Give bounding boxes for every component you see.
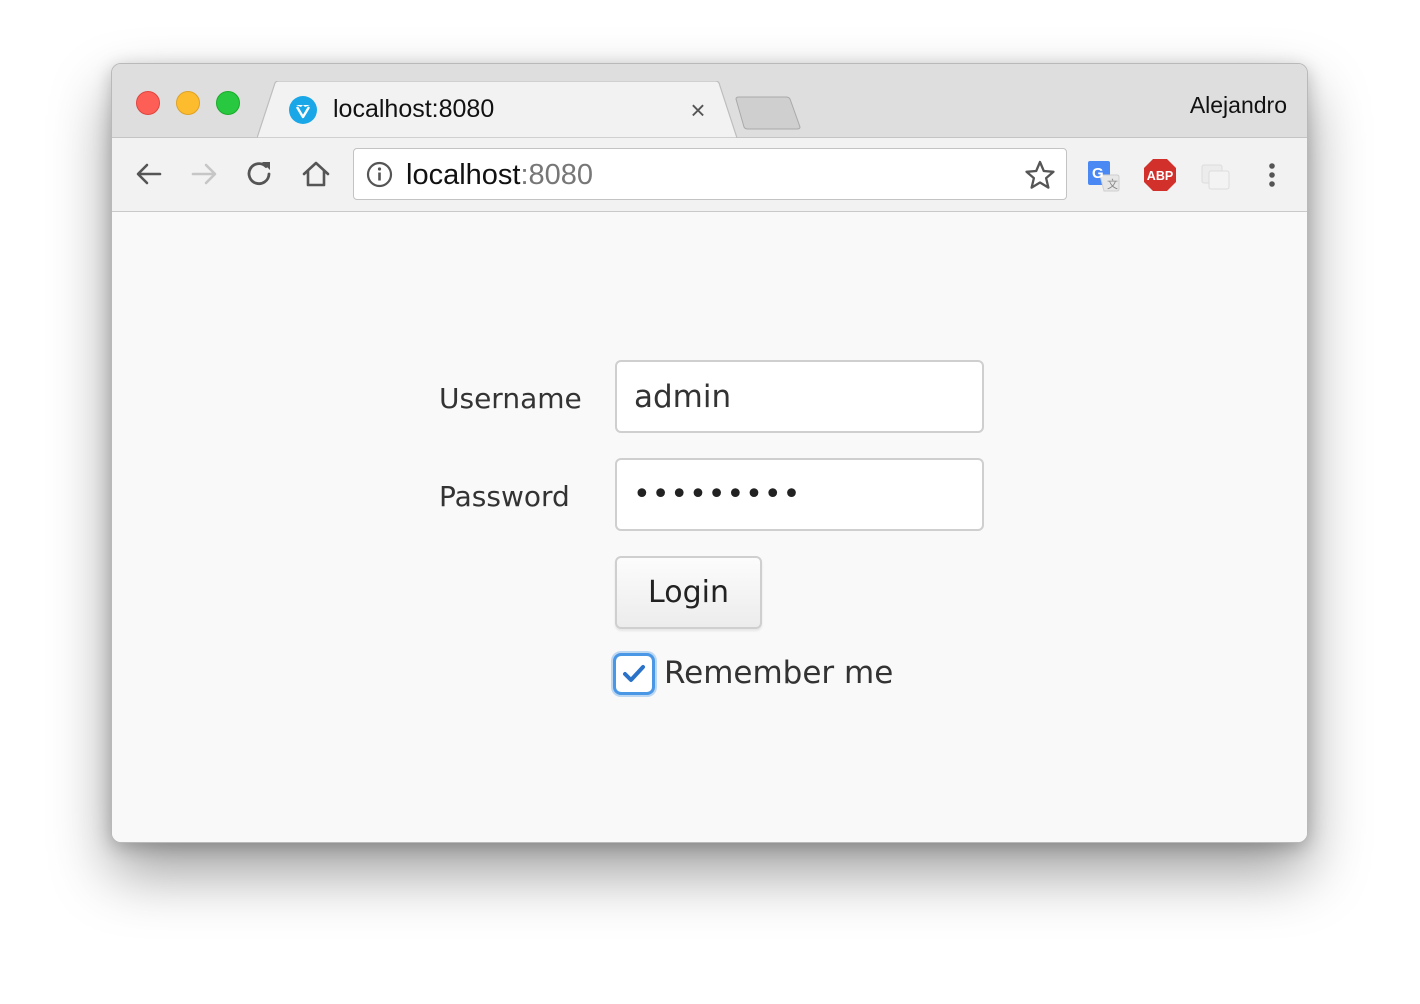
username-label: Username bbox=[439, 382, 582, 415]
adblock-plus-icon[interactable]: ABP bbox=[1142, 157, 1178, 193]
title-bar: localhost:8080 × Alejandro bbox=[112, 64, 1307, 139]
home-button[interactable] bbox=[299, 157, 333, 191]
site-info-icon[interactable] bbox=[366, 161, 393, 188]
url-port: :8080 bbox=[520, 159, 594, 191]
remember-me-checkbox[interactable] bbox=[613, 653, 655, 695]
username-input[interactable] bbox=[615, 360, 984, 433]
close-tab-icon[interactable]: × bbox=[685, 97, 711, 123]
back-arrow-icon bbox=[136, 163, 162, 185]
browser-window: localhost:8080 × Alejandro localhost:808… bbox=[111, 63, 1308, 843]
address-bar[interactable]: localhost:8080 bbox=[353, 148, 1067, 200]
page-content: Username Password ••••••••• Login Rememb… bbox=[112, 212, 1307, 842]
tab-title: localhost:8080 bbox=[333, 95, 495, 123]
new-tab-button[interactable] bbox=[734, 95, 804, 131]
url-host: localhost bbox=[406, 159, 521, 191]
address-url[interactable]: localhost:8080 bbox=[406, 158, 593, 192]
svg-text:ABP: ABP bbox=[1147, 169, 1173, 183]
minimize-window-button[interactable] bbox=[176, 91, 200, 115]
vaadin-logo-icon bbox=[289, 96, 317, 124]
svg-text:文: 文 bbox=[1107, 177, 1118, 191]
svg-text:G: G bbox=[1092, 165, 1104, 182]
remember-me-label[interactable]: Remember me bbox=[664, 653, 893, 693]
tab-background bbox=[257, 81, 738, 139]
browser-tab-active[interactable]: localhost:8080 × bbox=[257, 81, 742, 139]
reload-icon bbox=[247, 162, 271, 186]
home-icon bbox=[302, 161, 330, 187]
forward-button[interactable] bbox=[187, 157, 221, 191]
reload-button[interactable] bbox=[243, 157, 277, 191]
cast-icon[interactable] bbox=[1198, 157, 1234, 193]
close-window-button[interactable] bbox=[136, 91, 160, 115]
checkmark-icon bbox=[623, 665, 645, 682]
browser-toolbar: localhost:8080 G 文 ABP bbox=[112, 138, 1307, 212]
zoom-window-button[interactable] bbox=[216, 91, 240, 115]
bookmark-star-icon[interactable] bbox=[1024, 159, 1056, 191]
password-label: Password bbox=[439, 480, 570, 513]
profile-name[interactable]: Alejandro bbox=[1190, 91, 1287, 119]
back-button[interactable] bbox=[132, 157, 166, 191]
password-masked-value: ••••••••• bbox=[633, 477, 802, 512]
google-translate-icon[interactable]: G 文 bbox=[1086, 157, 1122, 193]
login-button[interactable]: Login bbox=[615, 556, 762, 629]
browser-menu-icon[interactable] bbox=[1254, 157, 1290, 193]
forward-arrow-icon bbox=[191, 163, 217, 185]
